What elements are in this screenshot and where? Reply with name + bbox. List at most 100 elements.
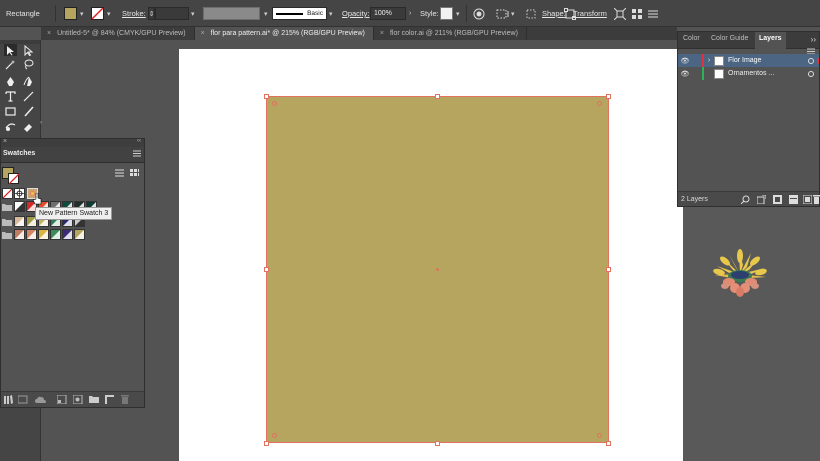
target-icon[interactable]: [808, 57, 814, 64]
type-tool-icon[interactable]: [4, 90, 17, 102]
chevron-down-icon[interactable]: ▾: [80, 10, 84, 18]
grid-icon[interactable]: [631, 0, 643, 27]
selection-handle[interactable]: [435, 94, 440, 99]
close-icon[interactable]: ×: [3, 138, 7, 145]
shape-label[interactable]: Shape:: [542, 9, 566, 18]
chevron-down-icon[interactable]: ▾: [329, 10, 333, 18]
lasso-tool-icon[interactable]: [22, 58, 35, 70]
fill-swatch[interactable]: [64, 7, 77, 20]
pasteboard-area[interactable]: [683, 207, 820, 461]
close-icon[interactable]: ×: [201, 30, 205, 37]
bounding-box-icon[interactable]: [525, 0, 537, 27]
corner-radius-widget[interactable]: [272, 433, 277, 438]
layer-name[interactable]: Ornamentos ...: [728, 70, 774, 77]
new-layer-icon[interactable]: [802, 194, 813, 206]
close-icon[interactable]: ×: [380, 30, 384, 37]
new-sublayer-icon[interactable]: [789, 195, 798, 206]
style-swatch[interactable]: [440, 7, 453, 20]
swatch[interactable]: [26, 229, 37, 240]
visibility-eye-icon[interactable]: 👁: [678, 57, 692, 65]
corner-radius-widget[interactable]: [272, 101, 277, 106]
close-icon[interactable]: ×: [47, 30, 51, 37]
variable-width-profile[interactable]: [203, 7, 260, 20]
panel-header-bar[interactable]: × ‹‹: [1, 138, 144, 147]
stroke-proxy-swatch[interactable]: [8, 173, 19, 184]
selection-handle[interactable]: [264, 441, 269, 446]
swatch-libraries-icon[interactable]: [4, 395, 13, 406]
chevron-down-icon[interactable]: ▾: [456, 10, 460, 18]
selection-handle[interactable]: [606, 441, 611, 446]
panel-menu-icon[interactable]: [133, 150, 141, 159]
search-icon[interactable]: [740, 195, 750, 206]
clipping-mask-icon[interactable]: [773, 195, 782, 206]
swatch[interactable]: [14, 229, 25, 240]
chevron-right-icon[interactable]: ›: [40, 120, 42, 126]
brush-field[interactable]: Basic: [272, 7, 327, 20]
tab-untitled-5[interactable]: × Untitled-5* @ 84% (CMYK/GPU Preview): [41, 27, 195, 40]
list-view-icon[interactable]: [115, 169, 124, 179]
thumbnail-view-icon[interactable]: [130, 169, 139, 180]
selection-handle[interactable]: [264, 94, 269, 99]
selection-handle[interactable]: [264, 267, 269, 272]
transform-label[interactable]: Transform: [573, 9, 607, 18]
corner-radius-widget[interactable]: [597, 101, 602, 106]
corner-radius-widget[interactable]: [597, 433, 602, 438]
new-color-group-icon[interactable]: [89, 395, 99, 406]
swatches-panel-title[interactable]: Swatches: [3, 150, 35, 157]
swatch[interactable]: [50, 229, 61, 240]
fill-control[interactable]: ▾: [64, 0, 84, 27]
folder-icon[interactable]: [2, 218, 12, 228]
folder-icon[interactable]: [2, 203, 12, 213]
selection-handle[interactable]: [435, 441, 440, 446]
folder-icon[interactable]: [2, 231, 12, 241]
show-kinds-icon[interactable]: [56, 394, 67, 406]
chevron-down-icon[interactable]: ▾: [264, 10, 268, 18]
swatch-none[interactable]: [2, 188, 13, 199]
tab-flor-color[interactable]: × flor color.ai @ 211% (RGB/GPU Preview): [374, 27, 527, 40]
stroke-weight-input[interactable]: [155, 7, 189, 20]
opacity-input[interactable]: 100%: [370, 7, 406, 20]
stroke-weight-field[interactable]: ⇕ ▾: [148, 0, 195, 27]
opacity-label[interactable]: Opacity:: [342, 9, 370, 18]
magic-wand-tool-icon[interactable]: [4, 58, 17, 70]
stroke-none-swatch[interactable]: [91, 7, 104, 20]
collapse-panels-icon[interactable]: ››: [811, 35, 816, 44]
line-segment-tool-icon[interactable]: [22, 90, 35, 102]
panel-menu-icon[interactable]: [648, 0, 658, 27]
cloud-icon[interactable]: [35, 395, 46, 406]
visibility-eye-icon[interactable]: 👁: [678, 70, 692, 78]
style-control[interactable]: ▾: [440, 0, 460, 27]
swatch-registration[interactable]: [14, 188, 25, 199]
isolate-icon[interactable]: [614, 0, 626, 27]
eraser-tool-icon[interactable]: [22, 120, 35, 132]
swatch[interactable]: [14, 216, 25, 227]
target-icon[interactable]: [808, 70, 814, 77]
recolor-artwork-icon[interactable]: [473, 0, 485, 27]
direct-selection-tool-icon[interactable]: [22, 44, 35, 56]
swatch[interactable]: [74, 229, 85, 240]
swatch[interactable]: [62, 229, 73, 240]
selection-handle[interactable]: [606, 94, 611, 99]
delete-layer-icon[interactable]: [813, 195, 820, 206]
export-icon[interactable]: [756, 194, 767, 206]
layer-row-flor-image[interactable]: 👁 › Flor Image: [678, 54, 819, 67]
chevron-down-icon[interactable]: ▾: [107, 10, 111, 18]
tab-color-guide[interactable]: Color Guide: [711, 35, 748, 42]
layer-name[interactable]: Flor Image: [728, 57, 761, 64]
swatch-options-icon[interactable]: [72, 394, 83, 406]
new-swatch-icon[interactable]: [105, 395, 114, 406]
paintbrush-tool-icon[interactable]: [22, 105, 35, 117]
shaper-tool-icon[interactable]: [4, 120, 17, 132]
pen-tool-icon[interactable]: [4, 75, 17, 87]
align-icon[interactable]: ▾: [496, 0, 515, 27]
chevron-down-icon[interactable]: ▾: [191, 10, 195, 18]
swatch[interactable]: [38, 229, 49, 240]
tab-flor-para-pattern[interactable]: × flor para pattern.ai* @ 215% (RGB/GPU P…: [194, 27, 374, 40]
flower-artwork[interactable]: [709, 248, 771, 300]
swatch[interactable]: [14, 201, 25, 212]
collapse-icon[interactable]: ‹‹: [137, 138, 141, 144]
tab-color[interactable]: Color: [683, 35, 700, 42]
expand-arrow-icon[interactable]: ›: [704, 57, 714, 64]
stroke-control[interactable]: ▾: [91, 0, 111, 27]
chevron-down-icon[interactable]: ▾: [511, 10, 515, 18]
